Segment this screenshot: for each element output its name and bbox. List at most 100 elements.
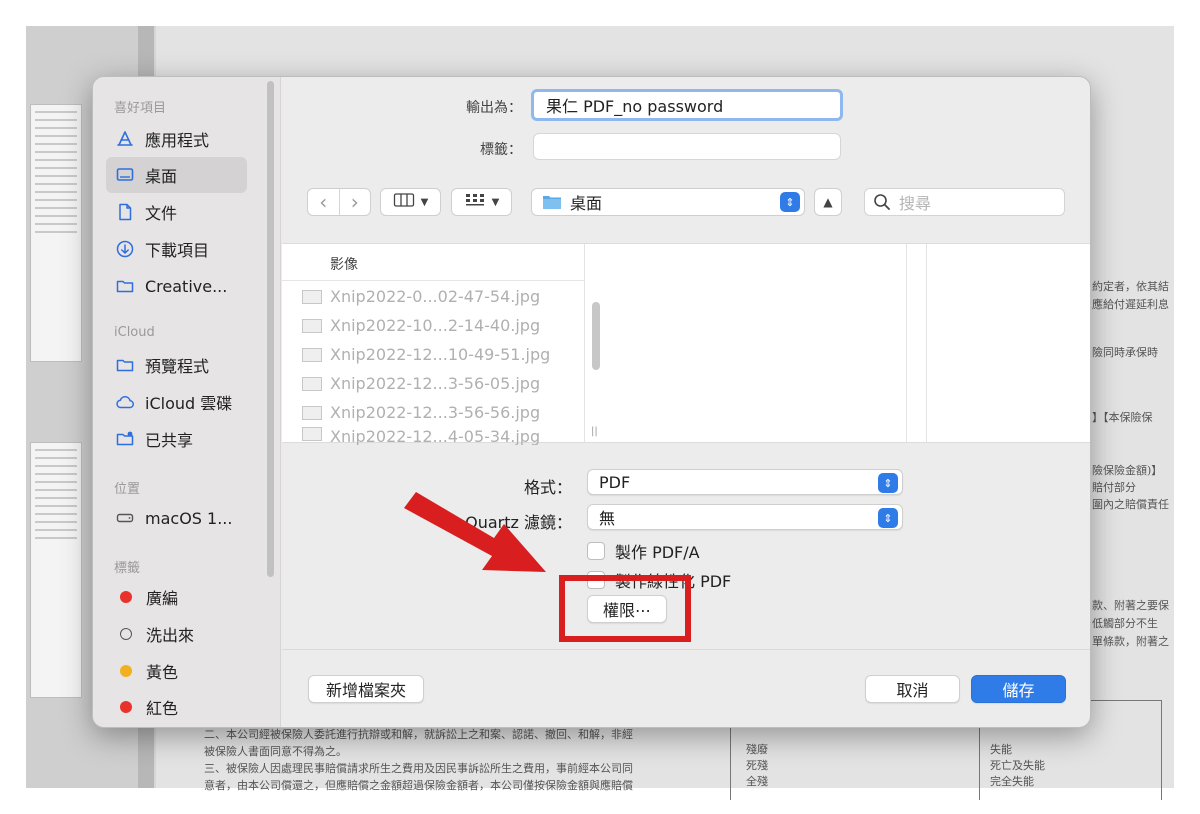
sidebar-tag-xichulai[interactable]: 洗出來 — [106, 616, 247, 652]
back-button[interactable]: ‹ — [308, 189, 340, 215]
background-text-line: 約定者，依其結 — [1092, 280, 1169, 293]
location-stepper-icon: ⇕ — [780, 192, 800, 212]
file-name: Xnip2022-12...3-56-56.jpg — [330, 403, 541, 422]
desktop-icon — [114, 164, 136, 186]
view-mode-button[interactable]: ▼ — [380, 188, 441, 216]
search-field[interactable]: 搜尋 — [864, 188, 1065, 216]
save-button[interactable]: 儲存 — [971, 675, 1066, 703]
sidebar-item-documents[interactable]: 文件 — [106, 194, 247, 230]
sidebar-item-icloud-drive[interactable]: iCloud 雲碟 — [106, 384, 247, 420]
dialog-sidebar: 喜好項目 應用程式 桌面 文件 下載項目 Creative... iCloud … — [93, 77, 281, 727]
sidebar-item-shared[interactable]: 已共享 — [106, 421, 247, 457]
image-file-icon — [302, 376, 322, 391]
file-name: Xnip2022-10...2-14-40.jpg — [330, 316, 541, 335]
background-table-cell: 全殘 — [746, 775, 768, 788]
sidebar-item-label: 洗出來 — [146, 626, 195, 645]
quartz-filter-select[interactable]: 無 ⇕ — [587, 504, 903, 530]
sidebar-tag-guangbian[interactable]: 廣編 — [106, 579, 247, 615]
background-table-cell: 殘廢 — [746, 743, 768, 756]
cancel-button[interactable]: 取消 — [865, 675, 960, 703]
background-text-line: 二、本公司經被保險人委託進行抗辯或和解，就訴訟上之和案、認諾、撤回、和解，非經 — [204, 728, 633, 741]
chevron-down-icon: ▼ — [491, 196, 500, 208]
background-table-cell: 失能 — [990, 743, 1012, 756]
image-file-icon — [302, 289, 322, 304]
tags-header: 標籤 — [114, 561, 141, 576]
new-folder-button[interactable]: 新增檔案夾 — [308, 675, 424, 703]
file-browser: 影像 Xnip2022-0...02-47-54.jpg Xnip2022-10.… — [282, 243, 1090, 445]
quartz-filter-value: 無 — [599, 509, 616, 528]
sidebar-item-desktop[interactable]: 桌面 — [106, 157, 247, 193]
location-select[interactable]: 桌面 ⇕ — [531, 188, 805, 216]
sidebar-item-label: macOS 1... — [145, 508, 233, 528]
applications-icon — [114, 128, 136, 150]
sidebar-item-label: 預覽程式 — [145, 357, 210, 376]
desktop-folder-icon — [542, 194, 562, 210]
file-row[interactable]: Xnip2022-12...3-56-56.jpg — [302, 398, 540, 427]
sidebar-tag-red[interactable]: 紅色 — [106, 689, 247, 725]
tags-input[interactable] — [533, 133, 841, 160]
search-icon — [873, 193, 891, 211]
background-text-line: 被保險人書面同意不得為之。 — [204, 745, 347, 758]
sidebar-item-creative[interactable]: Creative... — [106, 268, 247, 304]
file-row[interactable]: Xnip2022-10...2-14-40.jpg — [302, 311, 540, 340]
grid-icon — [464, 192, 486, 212]
file-row[interactable]: Xnip2022-12...3-56-05.jpg — [302, 369, 540, 398]
file-name: Xnip2022-12...3-56-05.jpg — [330, 374, 541, 393]
sidebar-item-applications[interactable]: 應用程式 — [106, 121, 247, 157]
background-thumbnail — [30, 104, 82, 362]
sidebar-scrollbar[interactable] — [267, 81, 274, 577]
background-text-line: 賠付部分 — [1092, 481, 1136, 494]
tag-empty-ring-icon — [120, 628, 132, 640]
sidebar-tag-yellow[interactable]: 黃色 — [106, 653, 247, 689]
sidebar-item-label: Creative... — [145, 276, 228, 296]
background-text-line: 險同時承保時 — [1092, 346, 1158, 359]
file-name: Xnip2022-12...4-05-34.jpg — [330, 427, 541, 445]
collapse-button[interactable]: ▲ — [814, 188, 842, 216]
image-file-icon — [302, 427, 322, 441]
chevron-down-icon: ▼ — [420, 196, 429, 208]
sidebar-item-label: 黃色 — [146, 663, 179, 682]
background-table-cell: 完全失能 — [990, 775, 1034, 788]
favorites-header: 喜好項目 — [114, 101, 167, 116]
cloud-icon — [114, 391, 136, 413]
column-header: 影像 — [330, 257, 358, 273]
sidebar-item-label: 廣編 — [146, 589, 179, 608]
background-table-cell: 死殘 — [746, 759, 768, 772]
pdfa-checkbox[interactable] — [587, 542, 605, 560]
column-scrollbar[interactable] — [592, 302, 600, 370]
image-file-icon — [302, 405, 322, 420]
file-row[interactable]: Xnip2022-12...10-49-51.jpg — [302, 340, 550, 369]
column-resize-handle[interactable]: || — [591, 426, 598, 437]
format-value: PDF — [599, 472, 631, 492]
sidebar-item-label: 已共享 — [145, 431, 194, 450]
file-row[interactable]: Xnip2022-12...4-05-34.jpg — [302, 427, 540, 445]
sidebar-item-label: 應用程式 — [145, 131, 210, 150]
back-forward-control: ‹ › — [307, 188, 371, 216]
chevron-up-icon: ▲ — [823, 195, 833, 209]
pdfa-checkbox-row[interactable]: 製作 PDF/A — [587, 539, 700, 563]
export-as-input[interactable]: 果仁 PDF_no password — [531, 89, 843, 121]
tag-yellow-dot-icon — [120, 665, 132, 677]
group-by-button[interactable]: ▼ — [451, 188, 512, 216]
background-text-line: 低觸部分不生 — [1092, 617, 1158, 630]
download-icon — [114, 238, 136, 260]
sidebar-item-preview[interactable]: 預覽程式 — [106, 347, 247, 383]
forward-button[interactable]: › — [340, 189, 371, 215]
background-text-line: 】【本保險保 — [1092, 411, 1153, 424]
sidebar-item-label: iCloud 雲碟 — [145, 394, 233, 413]
image-file-icon — [302, 347, 322, 362]
sidebar-item-label: 紅色 — [146, 699, 179, 718]
folder-icon — [114, 354, 136, 376]
shared-folder-icon — [114, 428, 136, 450]
location-value: 桌面 — [570, 194, 603, 213]
tag-red-dot-icon — [120, 591, 132, 603]
file-name: Xnip2022-12...10-49-51.jpg — [330, 345, 551, 364]
export-as-value: 果仁 PDF_no password — [546, 97, 724, 116]
background-text-line: 單條款，附著之 — [1092, 635, 1169, 648]
file-row[interactable]: Xnip2022-0...02-47-54.jpg — [302, 282, 540, 311]
format-select[interactable]: PDF ⇕ — [587, 469, 903, 495]
sidebar-item-label: 下載項目 — [145, 241, 210, 260]
sidebar-item-downloads[interactable]: 下載項目 — [106, 231, 247, 267]
sidebar-item-macos-disk[interactable]: macOS 1... — [106, 500, 247, 536]
background-text-line: 圍內之賠償責任 — [1092, 498, 1169, 511]
